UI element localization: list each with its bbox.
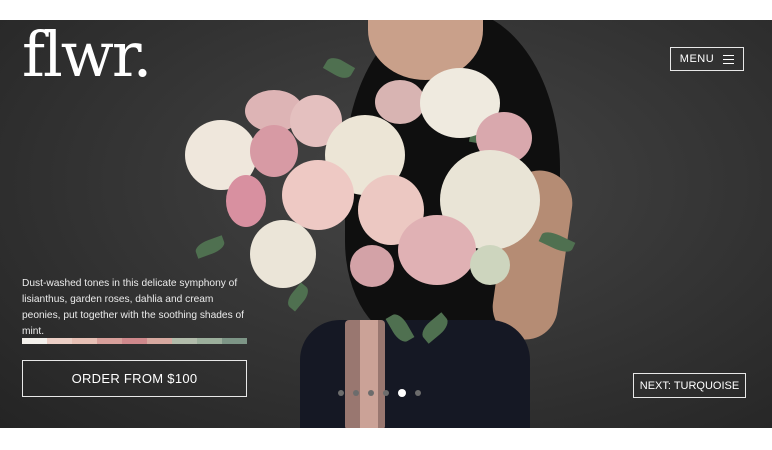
menu-button[interactable]: MENU — [670, 47, 744, 71]
brand-logo[interactable]: flwr. — [22, 24, 152, 86]
hero-banner: flwr. MENU Dust-washed tones in this del… — [0, 20, 772, 428]
color-palette — [22, 338, 247, 344]
palette-swatch — [147, 338, 172, 344]
slide-dot[interactable] — [353, 390, 359, 396]
slide-dot[interactable] — [368, 390, 374, 396]
menu-label: MENU — [679, 53, 715, 65]
next-slide-button[interactable]: NEXT: TURQUOISE — [633, 373, 746, 398]
bouquet-description: Dust-washed tones in this delicate symph… — [22, 278, 245, 337]
palette-swatch — [22, 338, 47, 344]
palette-swatch — [47, 338, 72, 344]
slide-dot[interactable] — [338, 390, 344, 396]
order-button[interactable]: ORDER FROM $100 — [22, 360, 247, 397]
palette-swatch — [197, 338, 222, 344]
hamburger-icon — [723, 54, 735, 64]
palette-swatch — [222, 338, 247, 344]
slide-dot[interactable] — [415, 390, 421, 396]
palette-swatch — [97, 338, 122, 344]
palette-swatch — [72, 338, 97, 344]
palette-swatch — [172, 338, 197, 344]
slide-dot[interactable] — [383, 390, 389, 396]
palette-swatch — [122, 338, 147, 344]
slide-indicators — [338, 389, 421, 397]
slide-dot[interactable] — [398, 389, 406, 397]
